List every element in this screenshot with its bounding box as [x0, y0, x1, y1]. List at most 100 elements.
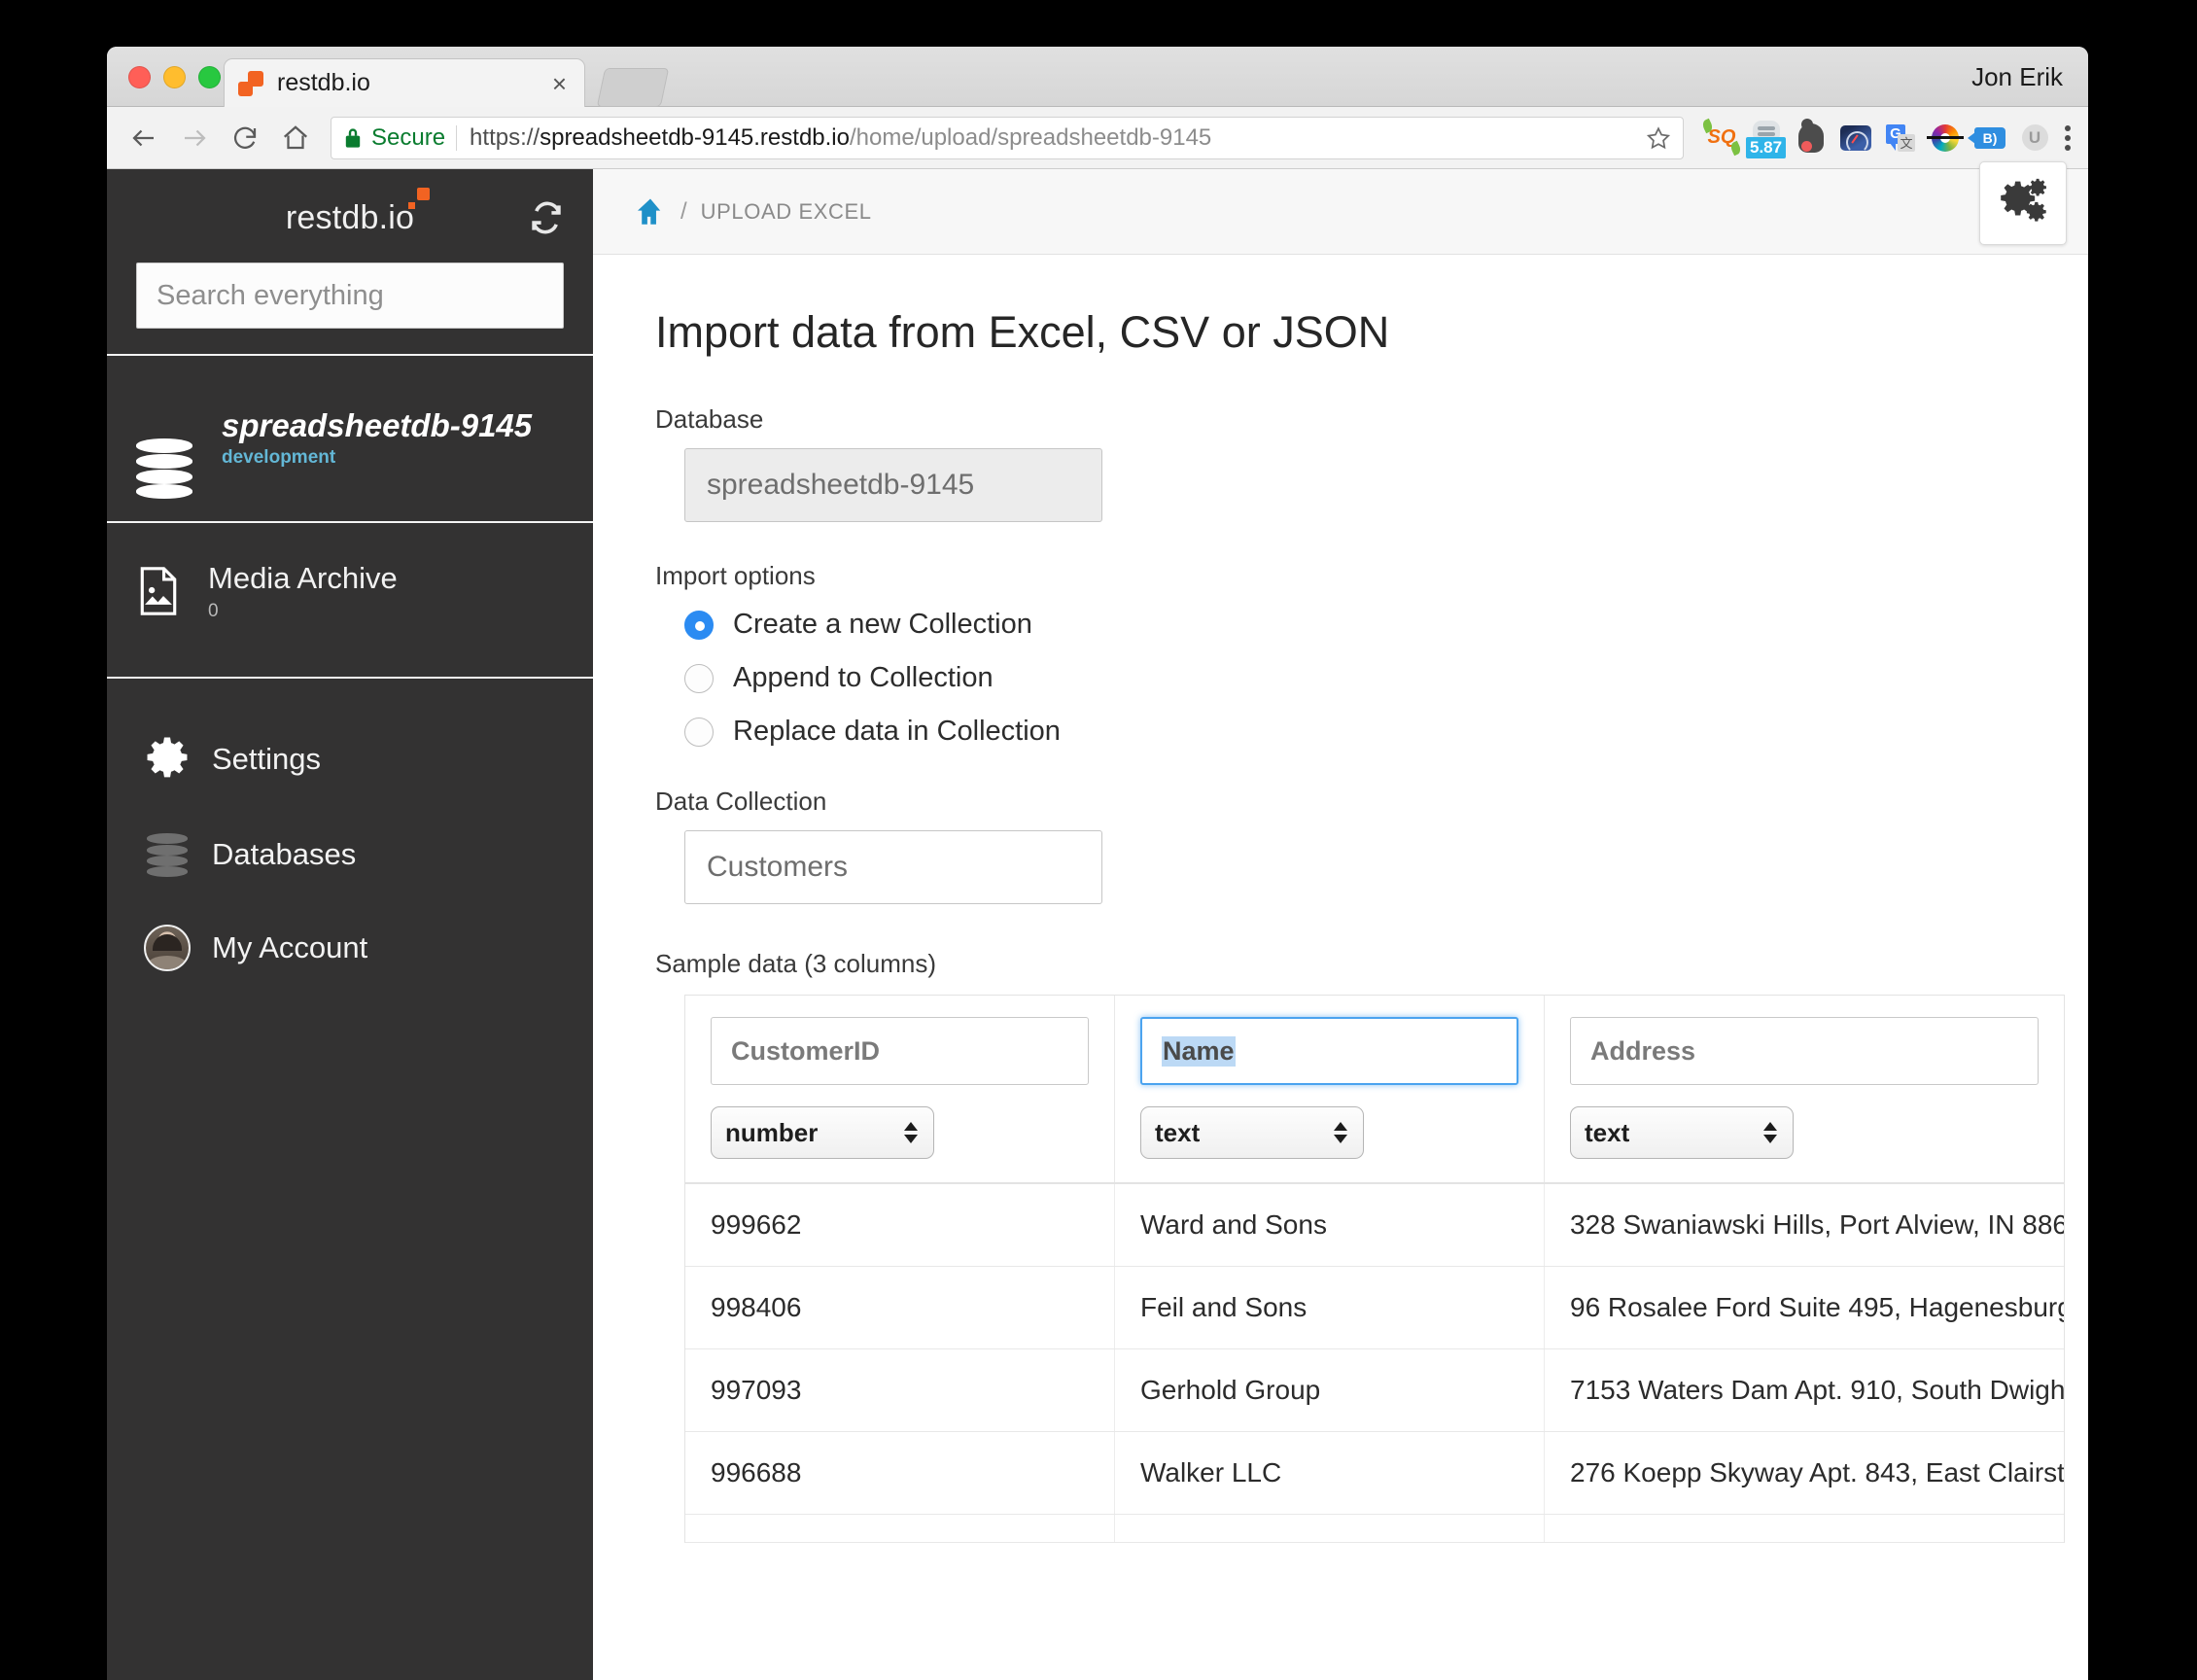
database-icon [136, 833, 198, 878]
close-window-button[interactable] [128, 66, 151, 88]
window-user-name: Jon Erik [1971, 62, 2063, 91]
column-type-value-1: number [725, 1117, 819, 1147]
forward-arrow-icon[interactable] [169, 113, 220, 163]
cell-name: Ward and Sons [1115, 1184, 1545, 1266]
cell-customerid: 998406 [685, 1267, 1115, 1348]
sidebar-item-media-archive[interactable]: Media Archive 0 [107, 523, 593, 677]
speedometer-icon[interactable] [1833, 116, 1878, 160]
database-input [684, 448, 1102, 522]
breadcrumb-separator: / [680, 197, 687, 225]
column-name-input-1[interactable]: CustomerID [711, 1017, 1089, 1085]
data-collection-label: Data Collection [655, 787, 827, 816]
close-icon[interactable]: × [548, 71, 571, 96]
settings-cogs-button[interactable] [1979, 161, 2067, 245]
app-body: restdb.io spreadsheetdb-9145 [107, 161, 2088, 1680]
cell-address: 328 Swaniawski Hills, Port Alview, IN 88… [1570, 1209, 2064, 1240]
column-type-value-3: text [1585, 1117, 1630, 1147]
home-icon[interactable] [634, 195, 667, 228]
sidebar: restdb.io spreadsheetdb-9145 [107, 169, 593, 1680]
cell-customerid: 997093 [685, 1349, 1115, 1431]
u-circle-icon[interactable]: U [2012, 116, 2057, 160]
radio-label-append: Append to Collection [733, 662, 994, 693]
sample-data-label: Sample data (3 columns) [655, 949, 937, 978]
sidebar-item-databases[interactable]: Databases [107, 819, 593, 891]
cloud-badge-icon[interactable]: 5.87 [1744, 116, 1789, 160]
database-field-group: Database [655, 404, 2088, 522]
maximize-window-button[interactable] [198, 66, 221, 88]
brand-label: restdb.io [285, 187, 431, 236]
evernote-icon[interactable] [1789, 116, 1833, 160]
column-name-input-2[interactable]: Name [1140, 1017, 1518, 1085]
database-label: Database [655, 404, 764, 434]
cell-name: Walker LLC [1115, 1432, 1545, 1514]
new-tab-button[interactable] [596, 68, 670, 107]
cell-address: 7153 Waters Dam Apt. 910, South Dwight… [1570, 1375, 2064, 1405]
bookmark-star-icon[interactable] [1636, 125, 1671, 151]
browser-titlebar: restdb.io × Jon Erik [107, 47, 2088, 107]
table-header-row: CustomerID number Name text Address text [685, 996, 2064, 1184]
browser-toolbar: Secure https://spreadsheetdb-9145.restdb… [107, 107, 2088, 169]
table-row: 997093 Gerhold Group 7153 Waters Dam Apt… [685, 1349, 2064, 1432]
main-content: / UPLOAD EXCEL Import data from Excel, C… [593, 161, 2088, 1680]
table-row: 998406 Feil and Sons 96 Rosalee Ford Sui… [685, 1267, 2064, 1349]
color-wheel-icon[interactable] [1923, 116, 1968, 160]
chevron-updown-icon [1763, 1122, 1777, 1143]
media-archive-count: 0 [208, 601, 219, 622]
table-row: 996688 Walker LLC 276 Koepp Skyway Apt. … [685, 1432, 2064, 1515]
radio-label-create: Create a new Collection [733, 609, 1032, 640]
google-translate-icon[interactable]: G文 [1878, 116, 1923, 160]
minimize-window-button[interactable] [163, 66, 186, 88]
chevron-updown-icon [1334, 1122, 1347, 1143]
sidebar-item-label-settings: Settings [212, 742, 322, 777]
breadcrumb: / UPLOAD EXCEL [593, 161, 2088, 255]
radio-replace-data-in-collection[interactable]: Replace data in Collection [684, 716, 2088, 748]
table-row-partial [685, 1515, 2064, 1543]
address-bar[interactable]: Secure https://spreadsheetdb-9145.restdb… [331, 116, 1684, 159]
blue-tag-icon[interactable]: B) [1968, 116, 2012, 160]
sidebar-header: restdb.io [107, 169, 593, 354]
column-type-select-2[interactable]: text [1140, 1106, 1364, 1159]
database-name: spreadsheetdb-9145 [222, 406, 533, 443]
radio-button-icon[interactable] [684, 717, 714, 747]
sq-icon[interactable]: SQ [1699, 116, 1744, 160]
upload-form: Import data from Excel, CSV or JSON Data… [593, 255, 2088, 1543]
sidebar-item-database[interactable]: spreadsheetdb-9145 development [107, 356, 593, 521]
tab-title: restdb.io [277, 69, 370, 96]
cell-customerid: 999662 [685, 1184, 1115, 1266]
chrome-menu-icon[interactable] [2057, 124, 2078, 151]
reload-icon[interactable] [220, 113, 270, 163]
column-type-select-3[interactable]: text [1570, 1106, 1794, 1159]
radio-button-icon[interactable] [684, 663, 714, 693]
page-title: Import data from Excel, CSV or JSON [655, 307, 1390, 357]
home-icon[interactable] [270, 113, 321, 163]
back-arrow-icon[interactable] [119, 113, 169, 163]
data-collection-group: Data Collection [655, 787, 2088, 904]
cell-name: Gerhold Group [1115, 1349, 1545, 1431]
column-type-value-2: text [1155, 1117, 1201, 1147]
image-file-icon [136, 566, 181, 616]
browser-tab[interactable]: restdb.io × [224, 58, 585, 107]
sidebar-item-label-my-account: My Account [212, 930, 368, 965]
radio-button-icon[interactable] [684, 610, 714, 640]
secure-label: Secure [371, 123, 446, 151]
import-options-group: Import options Create a new Collection A… [655, 561, 2088, 748]
url-text: https://spreadsheetdb-9145.restdb.io/hom… [470, 124, 1211, 152]
data-collection-input[interactable] [684, 830, 1102, 904]
url-host: spreadsheetdb-9145.restdb.io [540, 123, 850, 151]
radio-label-replace: Replace data in Collection [733, 716, 1061, 747]
brand-block: restdb.io [136, 187, 564, 241]
column-name-input-3[interactable]: Address [1570, 1017, 2039, 1085]
refresh-icon[interactable] [529, 200, 564, 235]
column-config-name: Name text [1115, 996, 1545, 1182]
url-path: /home/upload/spreadsheetdb-9145 [849, 123, 1212, 151]
gear-icon [136, 734, 198, 785]
search-input[interactable] [136, 262, 564, 329]
media-archive-label: Media Archive [208, 561, 398, 595]
sidebar-item-my-account[interactable]: My Account [107, 910, 593, 986]
column-type-select-1[interactable]: number [711, 1106, 934, 1159]
column-config-address: Address text [1545, 996, 2064, 1182]
radio-append-to-collection[interactable]: Append to Collection [684, 662, 2088, 694]
radio-create-new-collection[interactable]: Create a new Collection [684, 609, 2088, 641]
cell-name: Feil and Sons [1115, 1267, 1545, 1348]
sidebar-item-settings[interactable]: Settings [107, 719, 593, 799]
